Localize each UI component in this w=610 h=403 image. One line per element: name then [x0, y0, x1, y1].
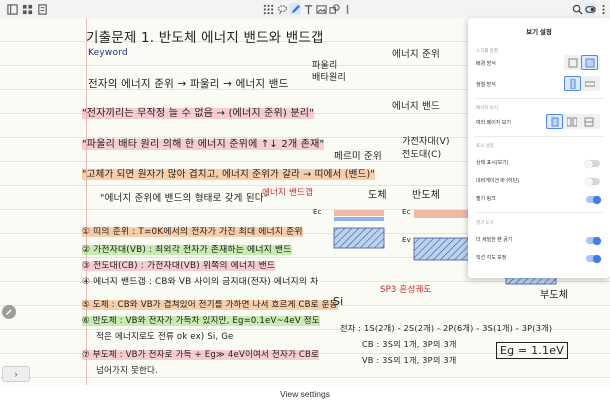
navbar-toggle[interactable] — [585, 177, 600, 186]
layout-option-vertical[interactable] — [564, 76, 581, 91]
status-toggle[interactable] — [585, 159, 600, 168]
more-options-icon[interactable] — [597, 3, 609, 15]
si-label: Si — [333, 295, 344, 308]
note-list-7: ⑦ 부도체 : VB가 전자로 가득 + Eg≫ 4eV이여서 전자가 CB로 — [82, 350, 320, 360]
ec-label-2: Ec — [402, 208, 411, 216]
note-line-4: "고체가 되면 원자가 많아 겹치고, 에너지 준위가 갈라 → 띠에서 (밴드… — [82, 169, 375, 180]
note-list-7b: 넘어가지 못한다. — [96, 366, 158, 376]
label-conductor: 도체 — [368, 190, 387, 201]
fine-pen-toggle[interactable] — [586, 236, 601, 245]
pen-icon[interactable] — [289, 3, 301, 15]
note-list-5: ⑤ 도체 : CB와 VB가 겹쳐있어 전기를 가하면 나서 흐르게 CB로 운… — [82, 300, 338, 310]
page-expand-button[interactable]: › — [2, 366, 30, 382]
note-keyword: Keyword — [88, 48, 128, 58]
caption-text: View settings — [280, 389, 330, 399]
conductor-cb-band — [334, 210, 384, 216]
eg-value-box: Eg = 1.1eV — [496, 342, 568, 359]
label-fermi: 페르미 준위 — [334, 151, 382, 162]
page-view-single[interactable] — [546, 114, 563, 129]
note-line-3: "파울리 배타 원리 의해 한 에너지 준위에 ↑↓ 2개 존재" — [82, 139, 325, 150]
view-settings-icon[interactable] — [584, 3, 596, 15]
view-settings-panel: 보기 설정 스크롤 방향 배경 방식 정렬 방식 페이지 보기 여러 페이지 보… — [468, 18, 610, 278]
page-view-grid[interactable] — [580, 114, 597, 129]
layout-option-horizontal[interactable] — [581, 76, 598, 91]
shape-icon[interactable] — [328, 3, 340, 15]
panel-title: 보기 설정 — [526, 29, 552, 36]
section-display-label: 표시 설정 — [476, 143, 494, 148]
formula-2: CB : 3S의 1개, 3P의 3개 — [362, 339, 457, 349]
semiconductor-vb-band — [413, 237, 471, 261]
note-list-6b: 적은 에너지로도 전류 ok ex) Si, Ge — [96, 332, 234, 342]
note-list-3: ③ 전도대(CB) : 가전자대(VB) 위쪽의 에너지 밴드 — [82, 261, 276, 271]
note-list-2: ② 가전자대(VB) : 최외각 전자가 존재하는 에너지 밴드 — [82, 245, 292, 255]
section-tools-label: 필기 도구 — [476, 220, 494, 225]
background-option-2[interactable] — [581, 55, 598, 70]
formula-1: 전자 : 1S(2개) - 2S(2개) - 2P(6개) - 3S(1개) -… — [340, 323, 553, 333]
ev-label: Ev — [402, 236, 411, 244]
more-icon[interactable] — [341, 3, 353, 15]
lasso-icon[interactable] — [276, 3, 288, 15]
image-icon[interactable] — [315, 3, 327, 15]
note-line-2: "전자끼리는 무작정 늘 수 없음 → (에너지 준위) 분리" — [82, 108, 315, 119]
page-view-double[interactable] — [563, 114, 580, 129]
background-segmented-control — [564, 55, 600, 70]
note-list-1: ① 띠의 준위 : T=0K에서의 전자가 가진 최대 에너지 준위 — [82, 227, 303, 237]
search-icon[interactable] — [571, 3, 583, 15]
page-thumbnails-icon[interactable] — [6, 3, 18, 15]
panel-divider — [474, 212, 604, 213]
option-layout-label: 정렬 방식 — [476, 82, 496, 88]
caption-bar: View settings — [0, 385, 610, 403]
conductor-overlap-band — [334, 217, 384, 221]
label-energy-band: 에너지 밴드 — [392, 101, 440, 112]
grid-icon[interactable] — [21, 3, 33, 15]
label-pauli: 파울리 배타원리 — [312, 61, 346, 83]
note-line-1: 전자의 에너지 준위 → 파울리 → 에너지 밴드 — [88, 78, 289, 90]
option-background-label: 배경 방식 — [476, 61, 496, 67]
option-multipage-label: 여러 페이지 보기 — [476, 120, 511, 126]
layout-segmented-control — [564, 76, 600, 91]
background-option-1[interactable] — [564, 55, 581, 70]
section-page-label: 페이지 보기 — [476, 105, 498, 110]
note-title: 기출문제 1. 반도체 에너지 밴드와 밴드갭 — [86, 30, 324, 46]
top-toolbar — [0, 0, 610, 19]
page-margin-line — [86, 18, 87, 385]
pen-add-icon[interactable] — [36, 3, 48, 15]
option-fine-pen-label: 더 세밀한 펜 굵기 — [476, 237, 513, 243]
conductor-vb-band — [333, 227, 385, 249]
label-energy-level: 에너지 준위 — [392, 49, 440, 60]
angle-snap-toggle[interactable] — [586, 254, 601, 263]
label-vb-cb: 가전자대(V) 전도대(C) — [402, 137, 450, 160]
page-view-segmented-control — [546, 114, 600, 129]
option-navbar-label: 네비게이션 바 (하단) — [476, 178, 519, 184]
option-link-label: 필기 링크 — [476, 196, 496, 202]
note-list-6: ⑥ 반도체 : VB와 전자가 가득차 있지만, Eg=0.1eV~4eV 정도 — [82, 316, 320, 326]
apps-icon[interactable] — [262, 3, 274, 15]
panel-divider — [474, 136, 604, 137]
option-status-label: 상태 표시(보기) — [476, 160, 509, 166]
pencil-icon — [6, 309, 12, 315]
section-scroll-label: 스크롤 방향 — [476, 48, 498, 53]
floating-pen-button[interactable] — [2, 305, 16, 319]
link-toggle[interactable] — [586, 195, 601, 204]
text-icon[interactable] — [302, 3, 314, 15]
label-semiconductor: 반도체 — [412, 190, 441, 201]
ec-label: Ec — [313, 208, 322, 216]
note-list-4: ④ 에너지 밴드갭 : CB와 VB 사이의 금지대(전자) 에너지의 차 — [82, 277, 319, 287]
label-sp3: SP3 혼성궤도 — [380, 285, 432, 295]
formula-3: VB : 3S의 1개, 3P의 3개 — [362, 355, 457, 365]
panel-divider — [474, 98, 604, 99]
option-angle-label: 직선 각도 보정 — [476, 255, 507, 261]
label-bandgap: 에너지 밴드갭 — [262, 188, 314, 198]
note-line-5: "에너지 준위에 밴드의 형태로 갖게 된다" — [100, 193, 269, 204]
semiconductor-cb-band — [414, 210, 470, 218]
